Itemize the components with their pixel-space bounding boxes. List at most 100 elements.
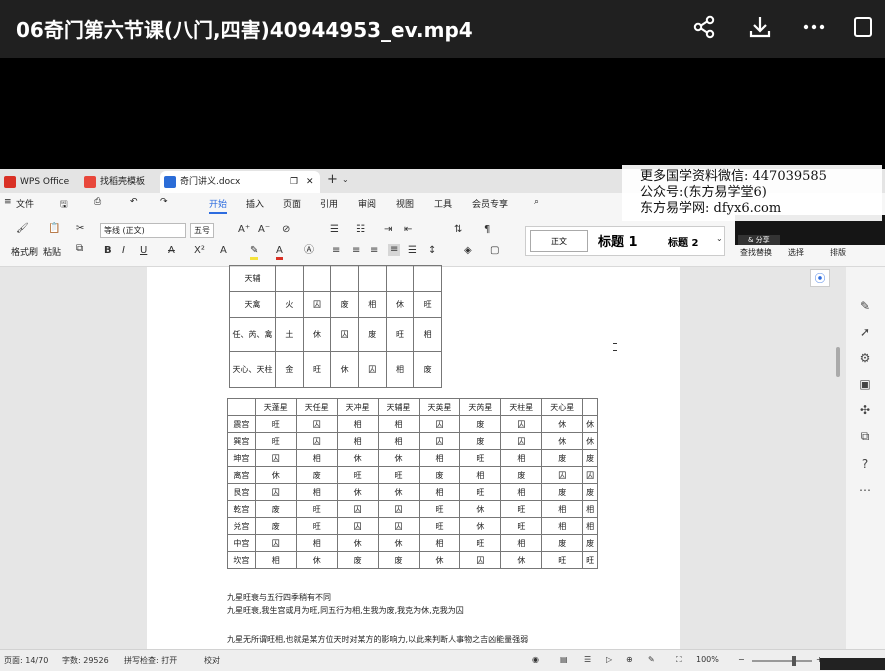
superscript-icon[interactable]: X²: [194, 245, 205, 257]
select-button[interactable]: 选择: [788, 247, 804, 258]
style-heading1[interactable]: 标题 1: [598, 231, 638, 250]
arrange-button[interactable]: 排版: [830, 247, 846, 258]
cut-icon[interactable]: ✂: [76, 223, 84, 235]
document-page[interactable]: 天辅 天禽火囚废相休旺 任、芮、禽土休囚废旺相 天心、天柱金旺休囚相废 天蓬星天…: [147, 265, 680, 649]
italic-icon[interactable]: I: [122, 245, 125, 257]
fit-icon[interactable]: ⛶: [676, 655, 682, 665]
pen-icon[interactable]: ✎: [858, 299, 872, 313]
outdent-icon[interactable]: ⇤: [404, 224, 412, 236]
bold-icon[interactable]: B: [104, 245, 112, 257]
bookmark-icon[interactable]: ⧉: [858, 429, 872, 443]
outline-view-icon[interactable]: ☰: [584, 655, 591, 664]
menu-home[interactable]: 开始: [209, 197, 228, 214]
zoom-slider[interactable]: [752, 660, 812, 662]
font-grow-icon[interactable]: A⁺: [238, 224, 250, 236]
align-left-icon[interactable]: ≡: [332, 245, 340, 257]
distribute-icon[interactable]: ☰: [408, 245, 417, 257]
menu-member[interactable]: 会员专享: [472, 197, 508, 210]
pointer-icon[interactable]: ➚: [858, 325, 872, 339]
indent-icon[interactable]: ⇥: [384, 224, 392, 236]
paste-icon[interactable]: 📋: [48, 223, 60, 235]
table-cell: 囚: [377, 517, 420, 535]
tab-restore-icon[interactable]: ❐: [290, 171, 298, 193]
search-icon[interactable]: ⌕: [534, 197, 539, 207]
font-size-select[interactable]: 五号: [190, 223, 214, 238]
tab-close-icon[interactable]: ✕: [306, 171, 314, 193]
play-icon[interactable]: ▷: [606, 655, 612, 664]
bullets-icon[interactable]: ☰: [330, 224, 339, 236]
menu-page[interactable]: 页面: [283, 197, 301, 210]
more-tools-icon[interactable]: ⋯: [858, 483, 872, 497]
find-replace-button[interactable]: 查找替换: [740, 247, 772, 258]
style-normal[interactable]: 正文: [530, 230, 588, 252]
tab-document[interactable]: 奇门讲义.docx ❐ ✕: [160, 171, 320, 193]
sort-icon[interactable]: ⇅: [454, 224, 462, 236]
location-marker-icon[interactable]: ⦿: [810, 269, 830, 287]
new-tab-icon[interactable]: +: [327, 172, 338, 187]
download-icon[interactable]: [746, 14, 774, 42]
menu-file[interactable]: 文件: [16, 197, 34, 210]
zoom-out-icon[interactable]: −: [738, 655, 745, 664]
table-cell: 任、芮、禽: [229, 317, 276, 352]
align-center-icon[interactable]: ≡: [352, 245, 360, 257]
vertical-scrollbar[interactable]: [836, 347, 840, 377]
table-cell: 相: [357, 291, 387, 318]
page-view-icon[interactable]: ▤: [560, 655, 568, 664]
align-right-icon[interactable]: ≡: [370, 245, 378, 257]
table-cell: 相: [418, 483, 461, 501]
border-icon[interactable]: ▢: [490, 245, 499, 257]
menu-reference[interactable]: 引用: [320, 197, 338, 210]
line-spacing-icon[interactable]: ↕: [428, 245, 436, 257]
web-view-icon[interactable]: ⊕: [626, 655, 633, 664]
window-icon[interactable]: [850, 14, 878, 42]
shading-icon[interactable]: ◈: [464, 245, 472, 257]
share-icon[interactable]: [690, 14, 718, 42]
zoom-slider-thumb[interactable]: [792, 656, 796, 666]
paste-button[interactable]: 粘贴: [43, 245, 61, 258]
menu-review[interactable]: 审阅: [358, 197, 376, 210]
highlight-icon[interactable]: ✎: [250, 245, 259, 260]
help-icon[interactable]: ?: [858, 457, 872, 471]
share-button[interactable]: & 分享: [738, 235, 780, 245]
spell-check[interactable]: 拼写检查: 打开: [124, 655, 177, 666]
tab-template[interactable]: 找稻壳模板: [80, 171, 158, 193]
format-painter-icon[interactable]: 🖌: [16, 223, 29, 235]
style-expand-icon[interactable]: ⌄: [716, 233, 723, 245]
redo-icon[interactable]: ↷: [160, 197, 168, 207]
strike-icon[interactable]: A: [168, 245, 175, 257]
proofread[interactable]: 校对: [204, 655, 220, 666]
more-icon[interactable]: [800, 14, 828, 42]
tab-wps-office[interactable]: WPS Office: [0, 171, 80, 193]
format-painter-button[interactable]: 格式刷: [11, 245, 38, 258]
font-shrink-icon[interactable]: A⁻: [258, 224, 270, 236]
page-indicator[interactable]: 页面: 14/70: [4, 655, 48, 666]
copy-icon[interactable]: ⧉: [76, 243, 83, 255]
video-topbar: 06奇门第六节课(八门,四害)40944953_ev.mp4: [0, 0, 885, 58]
font-color-icon[interactable]: A: [276, 245, 283, 260]
save-icon[interactable]: 🖫: [60, 197, 68, 213]
justify-icon[interactable]: ≡: [388, 244, 401, 256]
zoom-level[interactable]: 100%: [696, 655, 719, 664]
table-cell: 废: [295, 466, 338, 484]
font-name-select[interactable]: 等线 (正文): [100, 223, 186, 238]
menu-view[interactable]: 视图: [396, 197, 414, 210]
tab-list-chevron-icon[interactable]: ⌄: [342, 175, 349, 184]
word-count[interactable]: 字数: 29526: [62, 655, 109, 666]
numbering-icon[interactable]: ☷: [356, 224, 365, 236]
clear-format-icon[interactable]: ⊘: [282, 224, 290, 236]
write-icon[interactable]: ✎: [648, 655, 655, 664]
text-effect-icon[interactable]: A: [220, 245, 227, 257]
image-icon[interactable]: ▣: [858, 377, 872, 391]
char-border-icon[interactable]: Ⓐ: [304, 245, 314, 257]
tools-icon[interactable]: ✣: [858, 403, 872, 417]
underline-icon[interactable]: U: [140, 245, 147, 257]
settings-sliders-icon[interactable]: ⚙: [858, 351, 872, 365]
print-icon[interactable]: ⎙: [94, 197, 101, 207]
menu-insert[interactable]: 插入: [246, 197, 264, 210]
hamburger-icon[interactable]: ≡: [4, 197, 12, 207]
style-heading2[interactable]: 标题 2: [668, 234, 698, 249]
show-marks-icon[interactable]: ¶: [484, 224, 490, 236]
eye-icon[interactable]: ◉: [532, 655, 539, 664]
menu-tools[interactable]: 工具: [434, 197, 452, 210]
undo-icon[interactable]: ↶: [130, 197, 138, 207]
